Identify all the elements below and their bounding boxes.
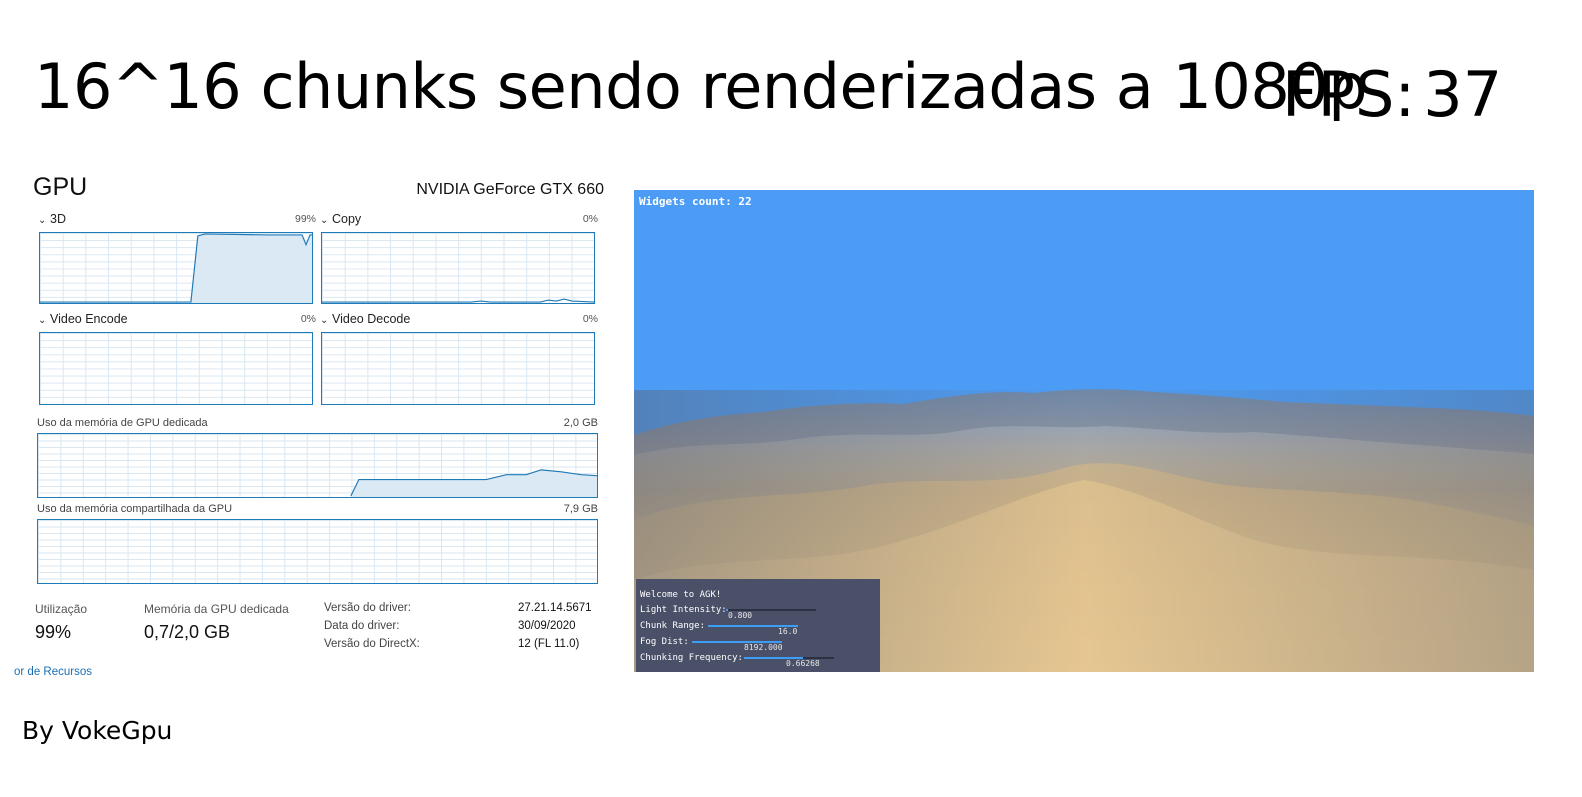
dedicated-memory-stat-value: 0,7/2,0 GB [144, 622, 231, 642]
graph-video-decode [321, 332, 595, 405]
graph-video-encode [39, 332, 313, 405]
driver-version-label: Versão do driver: [324, 602, 411, 614]
agk-welcome: Welcome to AGK! [640, 590, 722, 600]
engine-percent: 0% [582, 213, 598, 225]
chevron-down-icon: ⌄ [38, 315, 47, 326]
shared-memory-label: Uso da memória compartilhada da GPU [37, 503, 233, 515]
graph-dedicated-memory-line [38, 469, 597, 497]
chevron-down-icon: ⌄ [320, 215, 329, 226]
dedicated-memory-stat-label: Memória da GPU dedicada [144, 602, 289, 616]
graph-dedicated-memory [37, 433, 598, 498]
task-manager-gpu-panel: GPU NVIDIA GeForce GTX 660 ⌄ 3D 99% ⌄ Copy… [14, 165, 604, 685]
engine-selector-video-decode[interactable]: ⌄ Video Decode [320, 312, 410, 326]
engine-percent: 99% [294, 213, 316, 225]
chunk-range-label: Chunk Range: [640, 621, 706, 631]
chevron-down-icon: ⌄ [38, 215, 47, 226]
driver-date-label: Data do driver: [324, 620, 400, 632]
chunking-frequency-label: Chunking Frequency: [640, 653, 743, 663]
widgets-count: Widgets count: 22 [639, 195, 752, 208]
graph-shared-memory [37, 519, 598, 584]
agk-debug-panel: Welcome to AGK! Light Intensity: 0.800 C… [636, 579, 880, 672]
dedicated-memory-label: Uso da memória de GPU dedicada [37, 417, 208, 429]
graph-copy [321, 232, 595, 304]
driver-version-value: 27.21.14.5671 [518, 602, 592, 614]
light-intensity-label: Light Intensity: [640, 605, 727, 615]
game-viewport[interactable]: Widgets count: 22 Welcome to AGK! Light … [634, 190, 1534, 672]
fps-value: 37 [1423, 58, 1503, 131]
graph-3d-line [40, 233, 312, 303]
fog-dist-label: Fog Dist: [640, 637, 689, 647]
fps-counter: FPS: 37 [1282, 58, 1502, 131]
chunking-frequency-value: 0.66268 [786, 659, 820, 668]
engine-label: 3D [50, 212, 66, 226]
utilization-label: Utilização [35, 602, 88, 616]
fps-label: FPS: [1282, 58, 1416, 131]
engine-label: Video Encode [50, 312, 128, 326]
chunk-range-value: 16.0 [778, 627, 798, 636]
driver-date-value: 30/09/2020 [518, 620, 576, 632]
engine-selector-video-encode[interactable]: ⌄ Video Encode [38, 312, 128, 326]
engine-percent: 0% [582, 313, 598, 325]
chevron-down-icon: ⌄ [320, 315, 329, 326]
engine-percent: 0% [300, 313, 316, 325]
gpu-name: NVIDIA GeForce GTX 660 [416, 181, 604, 198]
resource-monitor-link[interactable]: or de Recursos [14, 666, 92, 678]
engine-label: Copy [332, 212, 362, 226]
directx-version-value: 12 (FL 11.0) [518, 638, 580, 650]
utilization-value: 99% [35, 622, 72, 642]
engine-selector-3d[interactable]: ⌄ 3D [38, 212, 66, 226]
graph-copy-line [322, 298, 594, 303]
dedicated-memory-max: 2,0 GB [563, 417, 598, 429]
shared-memory-max: 7,9 GB [563, 503, 598, 515]
engine-selector-copy[interactable]: ⌄ Copy [320, 212, 361, 226]
fog-dist-value: 8192.000 [744, 643, 783, 652]
light-intensity-value: 0.800 [728, 611, 753, 620]
gpu-title: GPU [33, 173, 88, 201]
directx-version-label: Versão do DirectX: [324, 638, 420, 650]
headline: 16^16 chunks sendo renderizadas a 1080p [34, 50, 1368, 123]
engine-label: Video Decode [332, 312, 411, 326]
graph-3d [39, 232, 313, 304]
byline: By VokeGpu [22, 716, 173, 745]
